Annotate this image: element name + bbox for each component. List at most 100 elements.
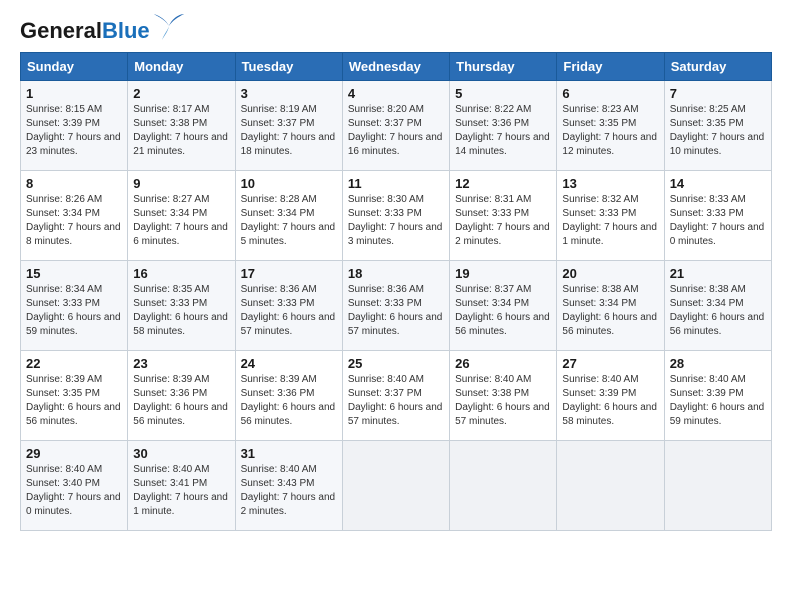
calendar-week-5: 29 Sunrise: 8:40 AMSunset: 3:40 PMDayligh… (21, 441, 772, 531)
logo-blue: Blue (102, 18, 150, 43)
logo-text: GeneralBlue (20, 20, 150, 42)
calendar-cell: 16 Sunrise: 8:35 AMSunset: 3:33 PMDayligh… (128, 261, 235, 351)
day-number: 26 (455, 356, 551, 371)
day-info: Sunrise: 8:20 AMSunset: 3:37 PMDaylight:… (348, 103, 444, 159)
calendar-week-3: 15Sunrise: 8:34 AMSunset: 3:33 PMDayligh… (21, 261, 772, 351)
page-header: GeneralBlue (20, 20, 772, 42)
day-number: 4 (348, 86, 444, 101)
day-info: Sunrise: 8:40 AMSunset: 3:40 PMDaylight:… (26, 463, 122, 519)
calendar-cell (557, 441, 664, 531)
calendar-cell: 18Sunrise: 8:36 AMSunset: 3:33 PMDayligh… (342, 261, 449, 351)
calendar-cell: 31Sunrise: 8:40 AMSunset: 3:43 PMDayligh… (235, 441, 342, 531)
calendar-cell: 23 Sunrise: 8:39 AMSunset: 3:36 PMDayligh… (128, 351, 235, 441)
calendar-cell: 19 Sunrise: 8:37 AMSunset: 3:34 PMDayligh… (450, 261, 557, 351)
day-number: 24 (241, 356, 337, 371)
day-number: 8 (26, 176, 122, 191)
day-info: Sunrise: 8:25 AMSunset: 3:35 PMDaylight:… (670, 103, 766, 159)
day-info: Sunrise: 8:40 AMSunset: 3:37 PMDaylight:… (348, 373, 444, 429)
calendar-cell: 8Sunrise: 8:26 AMSunset: 3:34 PMDaylight… (21, 171, 128, 261)
logo: GeneralBlue (20, 20, 184, 42)
day-number: 13 (562, 176, 658, 191)
calendar-cell (664, 441, 771, 531)
calendar-cell: 26 Sunrise: 8:40 AMSunset: 3:38 PMDayligh… (450, 351, 557, 441)
day-info: Sunrise: 8:36 AMSunset: 3:33 PMDaylight:… (241, 283, 337, 339)
day-number: 23 (133, 356, 229, 371)
day-info: Sunrise: 8:19 AMSunset: 3:37 PMDaylight:… (241, 103, 337, 159)
calendar-week-2: 8Sunrise: 8:26 AMSunset: 3:34 PMDaylight… (21, 171, 772, 261)
calendar-cell: 22 Sunrise: 8:39 AMSunset: 3:35 PMDayligh… (21, 351, 128, 441)
day-info: Sunrise: 8:15 AMSunset: 3:39 PMDaylight:… (26, 103, 122, 159)
day-number: 28 (670, 356, 766, 371)
calendar-body: 1 Sunrise: 8:15 AMSunset: 3:39 PMDaylight… (21, 81, 772, 531)
day-number: 6 (562, 86, 658, 101)
calendar-cell: 15Sunrise: 8:34 AMSunset: 3:33 PMDayligh… (21, 261, 128, 351)
day-number: 31 (241, 446, 337, 461)
day-number: 3 (241, 86, 337, 101)
day-number: 2 (133, 86, 229, 101)
calendar-cell: 25 Sunrise: 8:40 AMSunset: 3:37 PMDayligh… (342, 351, 449, 441)
logo-bird-icon (154, 14, 184, 40)
day-info: Sunrise: 8:22 AMSunset: 3:36 PMDaylight:… (455, 103, 551, 159)
day-info: Sunrise: 8:35 AMSunset: 3:33 PMDaylight:… (133, 283, 229, 339)
day-info: Sunrise: 8:28 AMSunset: 3:34 PMDaylight:… (241, 193, 337, 249)
calendar-cell: 2Sunrise: 8:17 AMSunset: 3:38 PMDaylight… (128, 81, 235, 171)
calendar-week-1: 1 Sunrise: 8:15 AMSunset: 3:39 PMDaylight… (21, 81, 772, 171)
day-number: 18 (348, 266, 444, 281)
calendar-cell: 6Sunrise: 8:23 AMSunset: 3:35 PMDaylight… (557, 81, 664, 171)
day-number: 16 (133, 266, 229, 281)
day-info: Sunrise: 8:30 AMSunset: 3:33 PMDaylight:… (348, 193, 444, 249)
calendar-cell: 12 Sunrise: 8:31 AMSunset: 3:33 PMDayligh… (450, 171, 557, 261)
calendar-week-4: 22 Sunrise: 8:39 AMSunset: 3:35 PMDayligh… (21, 351, 772, 441)
day-info: Sunrise: 8:40 AMSunset: 3:38 PMDaylight:… (455, 373, 551, 429)
calendar-table: SundayMondayTuesdayWednesdayThursdayFrid… (20, 52, 772, 531)
calendar-cell: 29 Sunrise: 8:40 AMSunset: 3:40 PMDayligh… (21, 441, 128, 531)
day-info: Sunrise: 8:40 AMSunset: 3:41 PMDaylight:… (133, 463, 229, 519)
calendar-cell: 27Sunrise: 8:40 AMSunset: 3:39 PMDayligh… (557, 351, 664, 441)
calendar-cell: 10 Sunrise: 8:28 AMSunset: 3:34 PMDayligh… (235, 171, 342, 261)
day-number: 10 (241, 176, 337, 191)
calendar-cell: 7 Sunrise: 8:25 AMSunset: 3:35 PMDaylight… (664, 81, 771, 171)
day-info: Sunrise: 8:27 AMSunset: 3:34 PMDaylight:… (133, 193, 229, 249)
calendar-cell (342, 441, 449, 531)
day-number: 1 (26, 86, 122, 101)
weekday-header-monday: Monday (128, 53, 235, 81)
day-number: 19 (455, 266, 551, 281)
calendar-cell: 3 Sunrise: 8:19 AMSunset: 3:37 PMDaylight… (235, 81, 342, 171)
calendar-cell: 5 Sunrise: 8:22 AMSunset: 3:36 PMDaylight… (450, 81, 557, 171)
calendar-cell (450, 441, 557, 531)
day-number: 12 (455, 176, 551, 191)
day-info: Sunrise: 8:37 AMSunset: 3:34 PMDaylight:… (455, 283, 551, 339)
day-number: 21 (670, 266, 766, 281)
day-number: 9 (133, 176, 229, 191)
day-number: 25 (348, 356, 444, 371)
calendar-cell: 4 Sunrise: 8:20 AMSunset: 3:37 PMDaylight… (342, 81, 449, 171)
calendar-cell: 30Sunrise: 8:40 AMSunset: 3:41 PMDayligh… (128, 441, 235, 531)
day-info: Sunrise: 8:39 AMSunset: 3:36 PMDaylight:… (133, 373, 229, 429)
day-info: Sunrise: 8:39 AMSunset: 3:35 PMDaylight:… (26, 373, 122, 429)
calendar-cell: 28 Sunrise: 8:40 AMSunset: 3:39 PMDayligh… (664, 351, 771, 441)
calendar-cell: 14 Sunrise: 8:33 AMSunset: 3:33 PMDayligh… (664, 171, 771, 261)
day-info: Sunrise: 8:40 AMSunset: 3:39 PMDaylight:… (670, 373, 766, 429)
day-info: Sunrise: 8:38 AMSunset: 3:34 PMDaylight:… (670, 283, 766, 339)
day-number: 27 (562, 356, 658, 371)
calendar-cell: 24 Sunrise: 8:39 AMSunset: 3:36 PMDayligh… (235, 351, 342, 441)
day-number: 15 (26, 266, 122, 281)
weekday-header-friday: Friday (557, 53, 664, 81)
calendar-cell: 1 Sunrise: 8:15 AMSunset: 3:39 PMDaylight… (21, 81, 128, 171)
day-info: Sunrise: 8:39 AMSunset: 3:36 PMDaylight:… (241, 373, 337, 429)
day-info: Sunrise: 8:33 AMSunset: 3:33 PMDaylight:… (670, 193, 766, 249)
calendar-header: SundayMondayTuesdayWednesdayThursdayFrid… (21, 53, 772, 81)
logo-general: General (20, 18, 102, 43)
calendar-cell: 13Sunrise: 8:32 AMSunset: 3:33 PMDayligh… (557, 171, 664, 261)
day-number: 17 (241, 266, 337, 281)
day-number: 22 (26, 356, 122, 371)
calendar-cell: 11 Sunrise: 8:30 AMSunset: 3:33 PMDayligh… (342, 171, 449, 261)
day-number: 7 (670, 86, 766, 101)
day-number: 5 (455, 86, 551, 101)
calendar-cell: 21 Sunrise: 8:38 AMSunset: 3:34 PMDayligh… (664, 261, 771, 351)
day-info: Sunrise: 8:31 AMSunset: 3:33 PMDaylight:… (455, 193, 551, 249)
day-number: 29 (26, 446, 122, 461)
day-number: 14 (670, 176, 766, 191)
day-number: 11 (348, 176, 444, 191)
weekday-header-row: SundayMondayTuesdayWednesdayThursdayFrid… (21, 53, 772, 81)
